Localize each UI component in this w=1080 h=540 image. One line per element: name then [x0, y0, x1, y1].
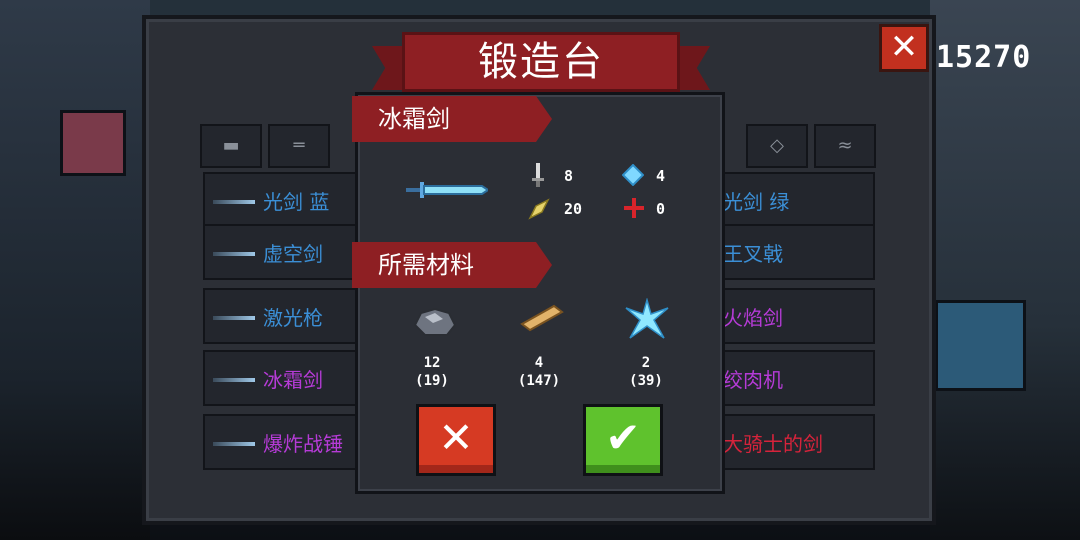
ore-have: (19): [415, 373, 449, 389]
weapon-name-banner: 冰霜剑: [352, 96, 552, 142]
background-room-right: [930, 0, 1080, 540]
close-icon: ✕: [889, 27, 919, 67]
crystal-need: 2: [641, 355, 651, 371]
weapon-icon: [213, 316, 255, 320]
material-wood-count: 4 (147): [509, 354, 569, 390]
wood-icon: [520, 304, 564, 332]
frost-sword-icon: [406, 182, 488, 198]
materials-banner: 所需材料: [352, 242, 552, 288]
page-title: 锻造台: [478, 39, 604, 85]
tab-fish[interactable]: ≈: [814, 124, 876, 168]
ice-crystal-icon: [625, 298, 669, 339]
weapon-name-left: 冰霜剑: [263, 368, 323, 392]
weapon-name-right: 大骑士的剑: [723, 432, 823, 456]
crit-value: 20: [564, 200, 583, 218]
material-ore-count: 12 (19): [402, 354, 462, 390]
tab-rifle[interactable]: ═: [268, 124, 330, 168]
wood-have: (147): [517, 373, 561, 389]
tab-special[interactable]: ◇: [746, 124, 808, 168]
tab-pistol[interactable]: ▬: [200, 124, 262, 168]
rifle-icon: ═: [293, 135, 305, 156]
energy-value: 4: [656, 167, 666, 185]
material-crystal-count: 2 (39): [616, 354, 676, 390]
weapon-name-left: 光剑 蓝: [263, 190, 330, 214]
check-icon: ✔: [605, 413, 641, 462]
coin-count: 15270: [936, 40, 1032, 75]
ore-need: 12: [423, 355, 441, 371]
weapon-name-right: 王叉戟: [723, 242, 783, 266]
crystal-have: (39): [629, 373, 663, 389]
energy-icon: [622, 164, 644, 186]
accuracy-icon: [624, 198, 644, 218]
accuracy-value: 0: [656, 200, 666, 218]
weapon-name-right: 绞肉机: [723, 368, 783, 392]
weapon-name-left: 爆炸战锤: [263, 432, 343, 456]
weapon-icon: [213, 378, 255, 382]
weapon-icon: [213, 252, 255, 256]
background-npc: [60, 110, 126, 176]
fish-icon: ≈: [837, 135, 853, 156]
ore-icon: [413, 307, 457, 336]
confirm-button[interactable]: ✔: [583, 404, 663, 476]
weapon-icon: [213, 200, 255, 204]
title-banner: 锻造台: [372, 32, 710, 94]
damage-icon: [532, 163, 544, 187]
diamond-icon: ◇: [770, 135, 784, 156]
weapon-name: 冰霜剑: [378, 105, 450, 133]
weapon-name-right: 火焰剑: [723, 306, 783, 330]
damage-value: 8: [564, 167, 574, 185]
materials-title: 所需材料: [378, 251, 474, 279]
weapon-name-left: 虚空剑: [263, 242, 323, 266]
background-machine: [935, 300, 1026, 391]
close-button[interactable]: ✕: [879, 24, 929, 72]
pistol-icon: ▬: [222, 135, 240, 156]
forge-dialog: [355, 92, 725, 494]
weapon-icon: [213, 442, 255, 446]
crit-icon: [528, 198, 550, 220]
wood-need: 4: [534, 355, 544, 371]
weapon-name-right: 光剑 绿: [723, 190, 790, 214]
background-room-left: [0, 0, 150, 540]
weapon-name-left: 激光枪: [263, 306, 323, 330]
cancel-button[interactable]: ✕: [416, 404, 496, 476]
x-icon: ✕: [438, 413, 474, 462]
